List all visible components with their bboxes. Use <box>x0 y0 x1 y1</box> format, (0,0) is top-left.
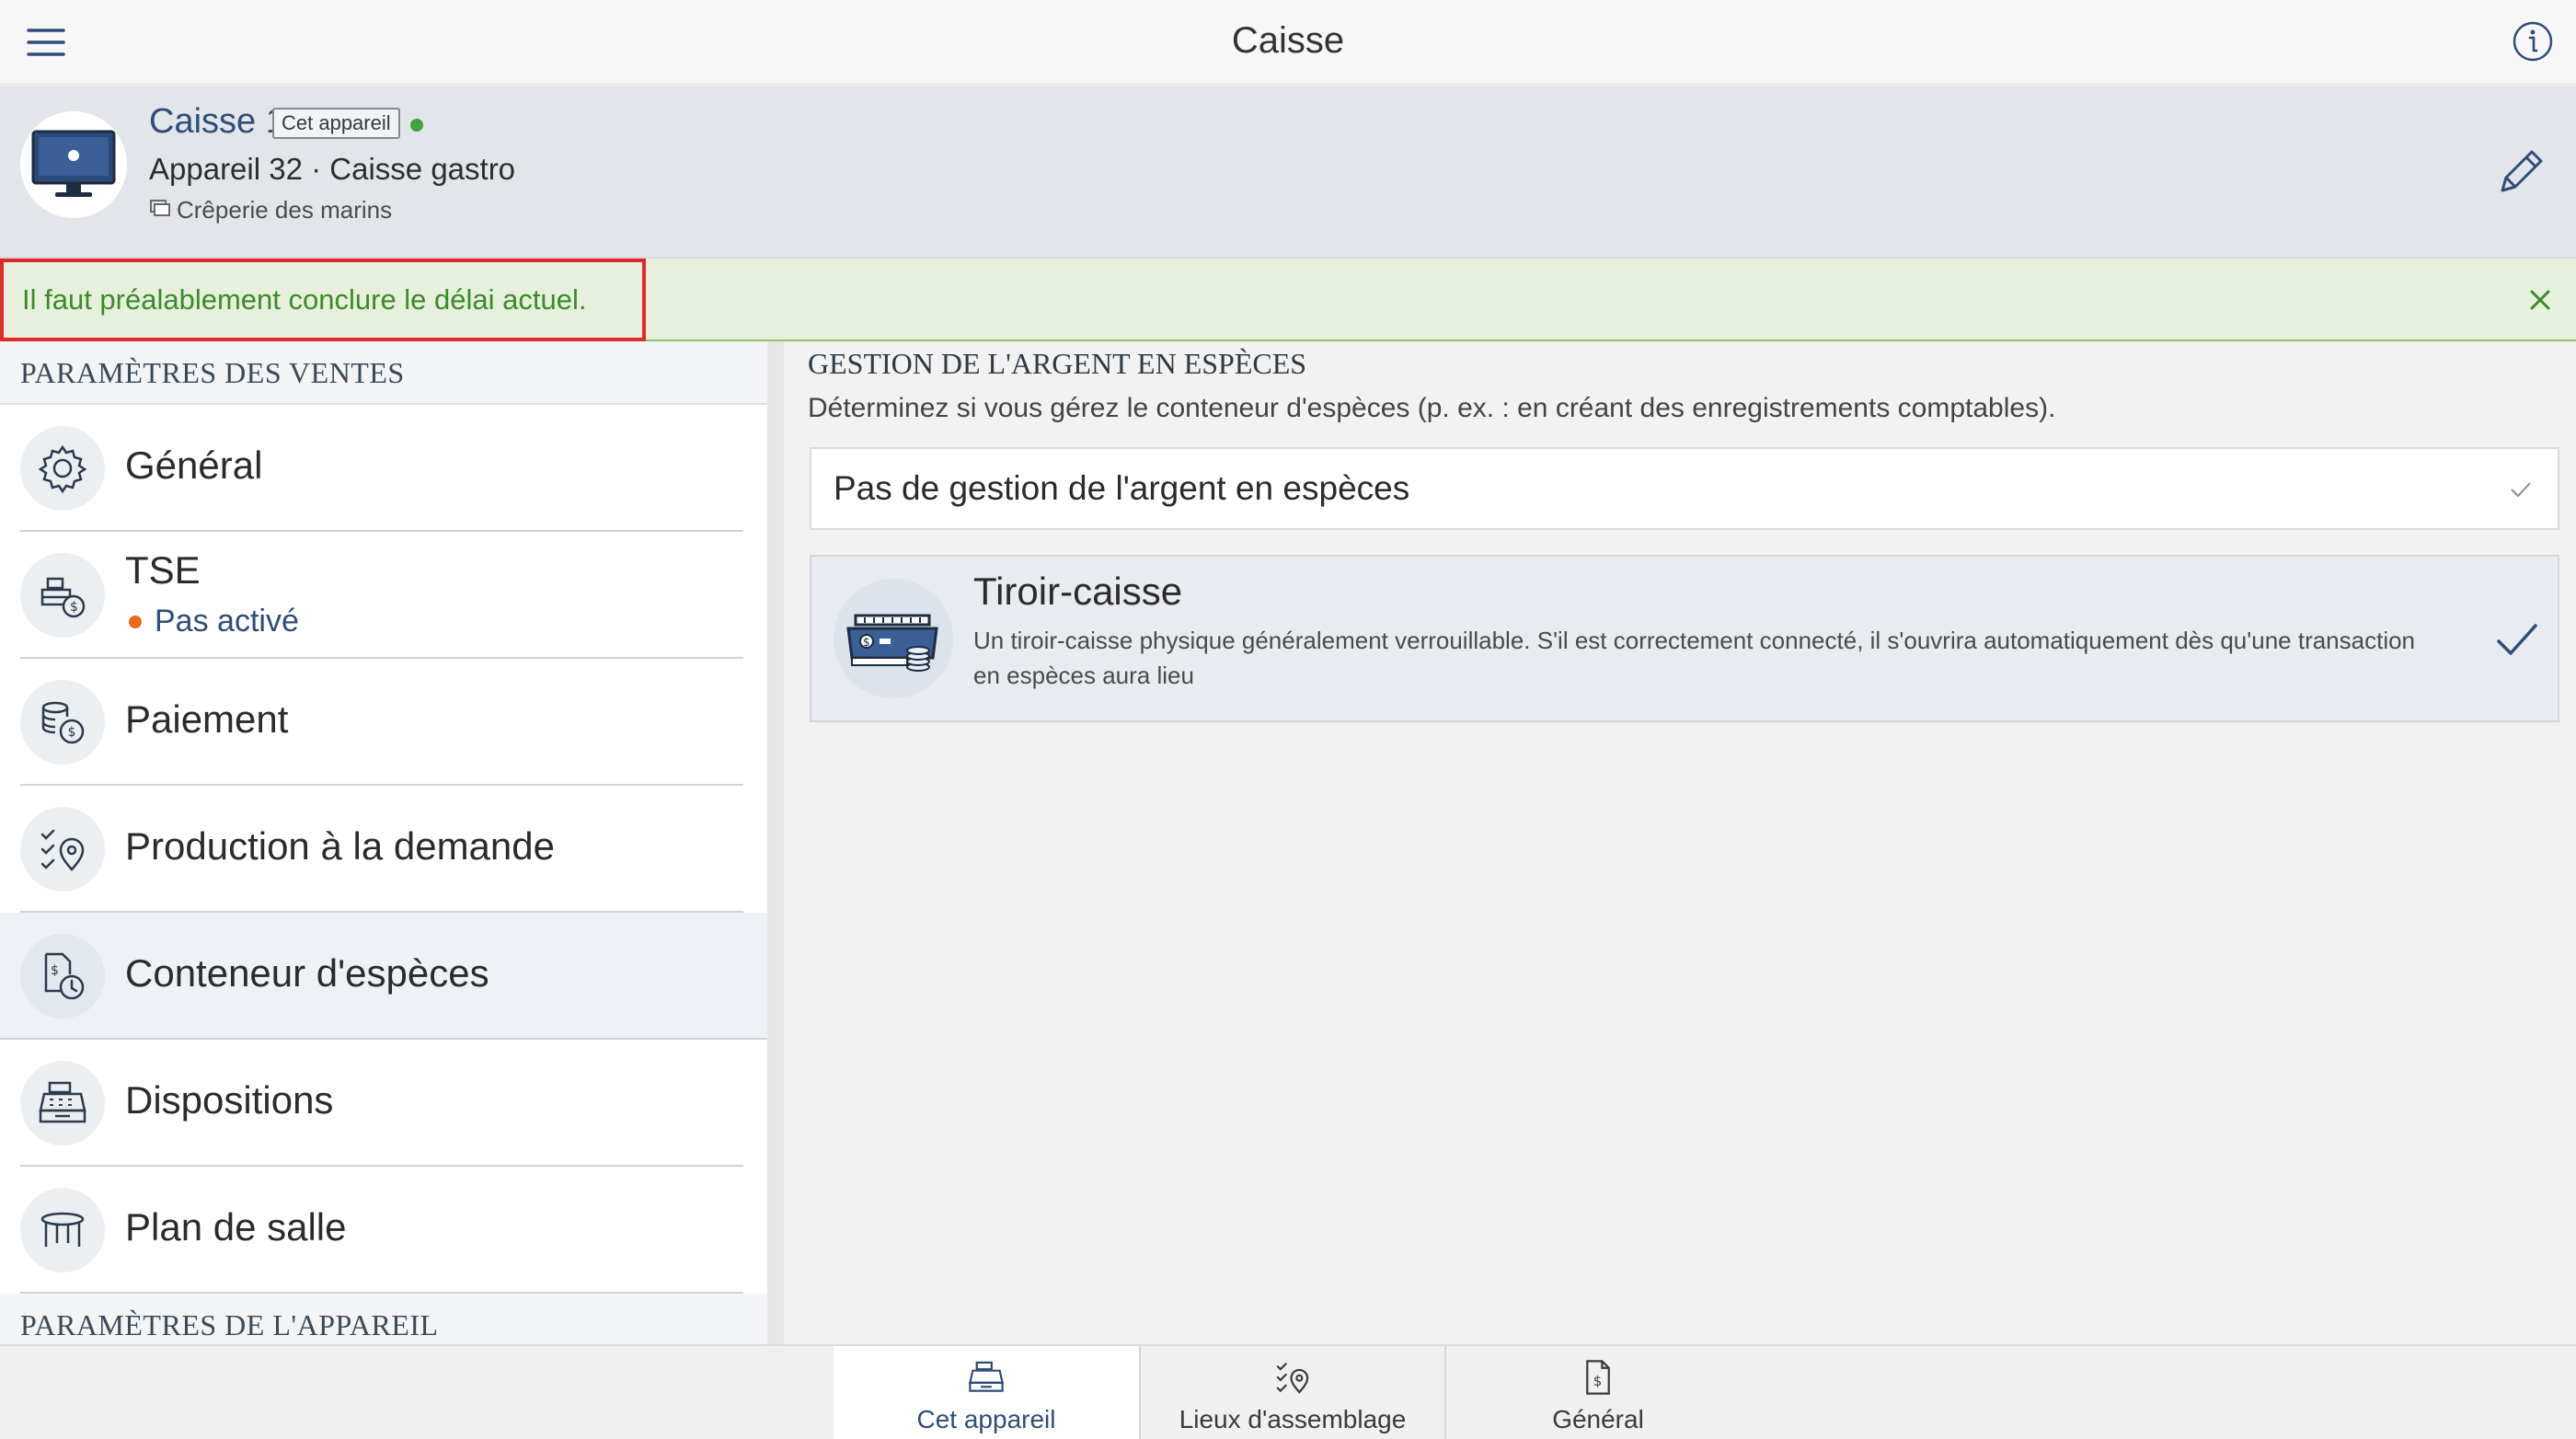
page-title: Caisse <box>1231 20 1345 61</box>
tse-status-label: Pas activé <box>155 604 299 639</box>
online-status-dot <box>410 119 423 132</box>
cash-register-icon <box>20 1061 105 1145</box>
svg-text:$: $ <box>1593 1374 1602 1389</box>
device-name: Caisse 1 <box>149 102 285 141</box>
section-header-device: PARAMÈTRES DE L'APPAREIL <box>0 1294 767 1344</box>
close-icon[interactable] <box>2523 282 2558 317</box>
tab-assembly-locations[interactable]: Lieux d'assemblage <box>1139 1346 1444 1439</box>
settings-item-payment[interactable]: $ Paiement <box>20 659 743 786</box>
svg-text:$: $ <box>70 600 78 615</box>
bottom-tab-bar: Cet appareil Lieux d'assemblage $ Généra… <box>0 1344 2576 1439</box>
status-dot <box>129 615 142 628</box>
settings-item-label: Plan de salle <box>125 1205 347 1249</box>
option-label: Pas de gestion de l'argent en espèces <box>834 469 1410 507</box>
pane-divider[interactable] <box>767 341 784 1344</box>
tab-label: Général <box>1552 1405 1644 1433</box>
settings-item-general[interactable]: Général <box>20 405 743 532</box>
table-icon <box>20 1188 105 1272</box>
device-header: Caisse 1 Cet appareil Appareil 32 · Cais… <box>0 86 2576 259</box>
check-icon <box>2508 477 2534 502</box>
option-no-cash-management[interactable]: Pas de gestion de l'argent en espèces <box>810 447 2559 530</box>
settings-item-label: Paiement <box>125 697 289 741</box>
location-tag-icon <box>149 196 171 224</box>
settings-item-cash-container[interactable]: $ Conteneur d'espèces <box>0 913 767 1040</box>
notice-message: Il faut préalablement conclure le délai … <box>0 259 646 341</box>
tse-status: Pas activé <box>129 604 299 639</box>
gear-icon <box>20 426 105 511</box>
option-description: Un tiroir-caisse physique généralement v… <box>973 627 2416 689</box>
settings-item-production[interactable]: Production à la demande <box>20 786 743 913</box>
cash-drawer-icon: $ <box>834 579 953 698</box>
location-label: Crêperie des marins <box>177 196 393 224</box>
settings-list: PARAMÈTRES DES VENTES Général $ TSE Pas … <box>0 341 767 1344</box>
detail-heading: GESTION DE L'ARGENT EN ESPÈCES <box>808 347 1307 380</box>
settings-item-label: Production à la demande <box>125 824 555 868</box>
tab-label: Cet appareil <box>916 1405 1056 1433</box>
svg-text:$: $ <box>863 636 870 649</box>
settings-item-floor-plan[interactable]: Plan de salle <box>20 1167 743 1294</box>
checkmark-icon <box>2495 621 2539 660</box>
register-coin-icon: $ <box>20 553 105 638</box>
device-subtitle: Appareil 32 · Caisse gastro <box>149 152 516 186</box>
settings-item-label: Dispositions <box>125 1078 334 1122</box>
svg-text:$: $ <box>68 725 76 740</box>
detail-description: Déterminez si vous gérez le conteneur d'… <box>808 393 2056 423</box>
cash-container-clock-icon: $ <box>20 934 105 1019</box>
this-device-badge: Cet appareil <box>272 108 400 139</box>
notice-banner: Il faut préalablement conclure le délai … <box>0 259 2576 341</box>
option-cash-drawer[interactable]: $ Tiroir-caisse Un tiroir-caisse physiqu… <box>810 555 2559 722</box>
settings-item-label: Général <box>125 443 263 487</box>
checklist-location-icon <box>1141 1357 1444 1398</box>
tab-this-device[interactable]: Cet appareil <box>834 1346 1139 1439</box>
tab-label: Lieux d'assemblage <box>1179 1405 1407 1433</box>
settings-item-tse[interactable]: $ TSE Pas activé <box>20 532 743 659</box>
document-dollar-icon: $ <box>1446 1357 1750 1398</box>
payment-icon: $ <box>20 680 105 765</box>
device-location: Crêperie des marins <box>149 196 392 224</box>
detail-pane: GESTION DE L'ARGENT EN ESPÈCES Détermine… <box>784 341 2576 1344</box>
section-header-sales: PARAMÈTRES DES VENTES <box>0 341 767 405</box>
settings-item-dispositions[interactable]: Dispositions <box>20 1040 743 1167</box>
checklist-location-icon <box>20 807 105 892</box>
settings-item-label: Conteneur d'espèces <box>125 951 489 995</box>
tab-general[interactable]: $ Général <box>1444 1346 1750 1439</box>
option-title: Tiroir-caisse <box>973 570 1183 613</box>
info-icon[interactable] <box>2512 20 2556 64</box>
top-bar: Caisse <box>0 0 2576 85</box>
pencil-icon[interactable] <box>2491 143 2550 201</box>
computer-icon <box>20 111 127 218</box>
settings-item-label: TSE <box>125 548 201 592</box>
svg-text:$: $ <box>51 963 59 978</box>
cash-register-icon <box>834 1357 1139 1398</box>
